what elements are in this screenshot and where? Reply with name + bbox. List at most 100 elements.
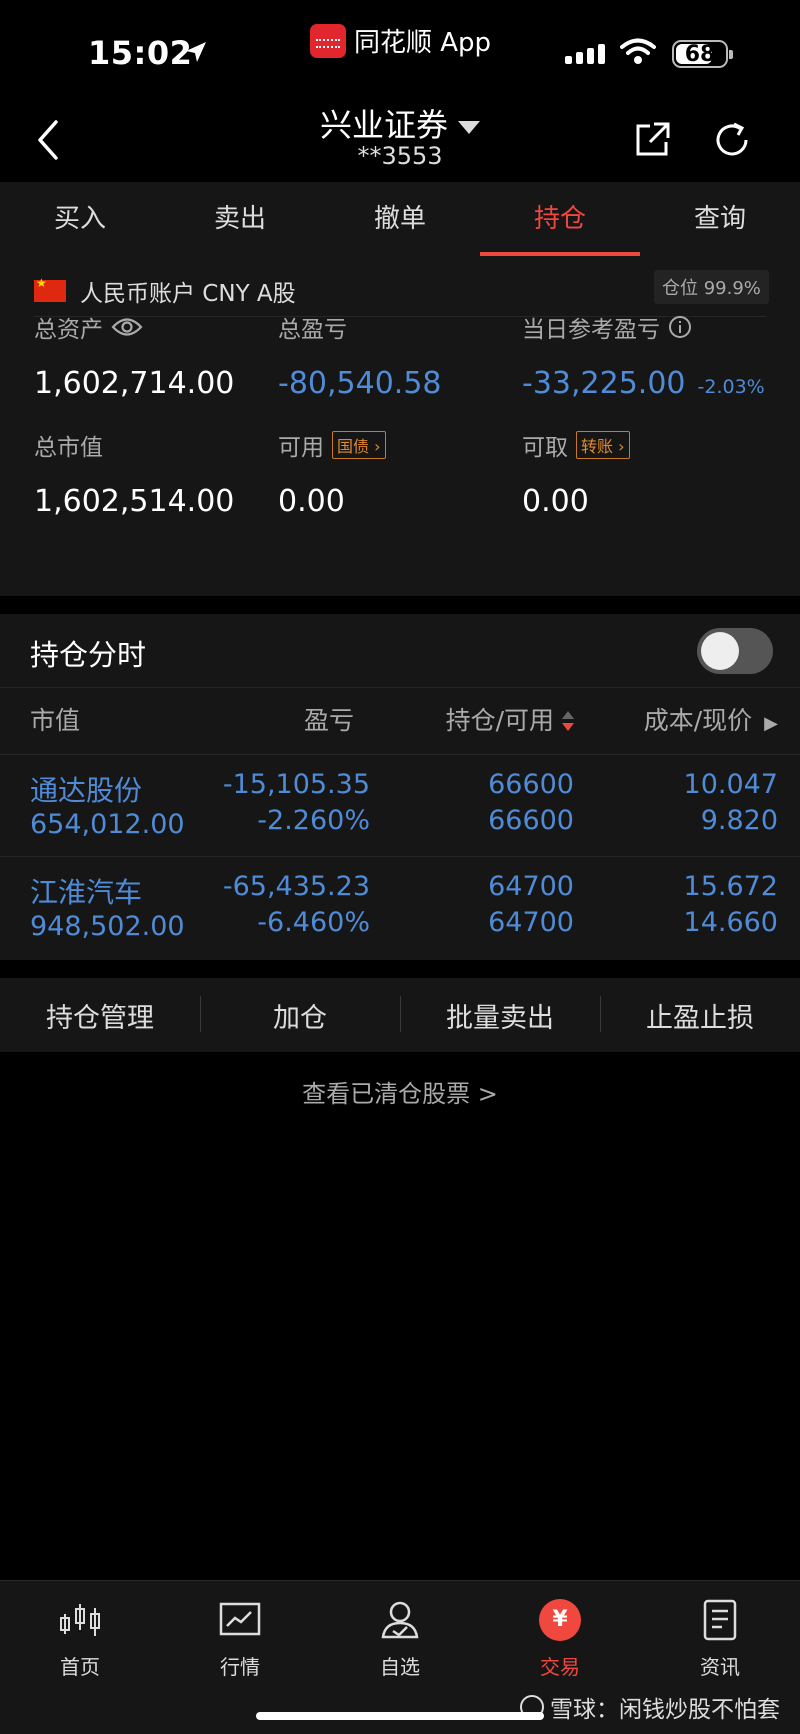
- treasury-bond-tag[interactable]: 国债 ›: [332, 431, 386, 459]
- stock-price: 14.660: [683, 907, 778, 938]
- app-logo-icon: [310, 23, 346, 58]
- tab-buy[interactable]: 买入: [0, 182, 160, 256]
- table-row[interactable]: 通达股份 654,012.00 -15,105.35 -2.260% 66600…: [0, 754, 800, 856]
- status-time: 15:02: [88, 34, 193, 72]
- app-name: 同花顺 App: [354, 28, 492, 58]
- stock-holding: 64700: [488, 871, 574, 902]
- stock-pl-percent: -6.460%: [257, 907, 370, 938]
- available-funds: 可用 国债 › 0.00: [278, 428, 386, 519]
- stock-available: 66600: [488, 805, 574, 836]
- total-pl-value: -80,540.58: [278, 366, 442, 401]
- tab-query[interactable]: 查询: [640, 182, 800, 256]
- header-cost-label: 成本/现价: [643, 706, 753, 735]
- total-pl-label: 总盈亏: [278, 317, 347, 343]
- total-assets-value: 1,602,714.00: [34, 366, 235, 401]
- chart-icon: [219, 1602, 261, 1636]
- wifi-icon: [620, 38, 656, 64]
- table-row[interactable]: 江淮汽车 948,502.00 -65,435.23 -6.460% 64700…: [0, 856, 800, 958]
- share-icon[interactable]: [632, 120, 672, 160]
- currency-label: 人民币账户 CNY A股: [80, 281, 296, 307]
- stock-pl: -15,105.35: [222, 769, 370, 800]
- tab-positions[interactable]: 持仓: [480, 182, 640, 256]
- stock-holding: 66600: [488, 769, 574, 800]
- header-cost[interactable]: 成本/现价 ▶: [644, 688, 778, 754]
- watermark: 雪球：闲钱炒股不怕套: [520, 1690, 780, 1724]
- day-pl-label: 当日参考盈亏: [522, 317, 660, 343]
- withdrawable-label: 可取: [522, 435, 568, 461]
- manage-positions-button[interactable]: 持仓管理: [0, 996, 200, 1035]
- dropdown-caret-icon: [458, 120, 480, 134]
- stock-price: 9.820: [700, 805, 778, 836]
- positions-table: 市值 盈亏 持仓/可用 成本/现价 ▶ 通达股份 654,012.00 -15,1…: [0, 688, 800, 960]
- battery-icon: 68: [672, 40, 733, 68]
- withdrawable-funds: 可取 转账 › 0.00: [522, 428, 630, 519]
- cleared-stocks-link[interactable]: 查看已清仓股票 >: [0, 1074, 800, 1109]
- withdrawable-value: 0.00: [522, 484, 589, 519]
- intraday-toggle[interactable]: [697, 628, 773, 674]
- day-pl: 当日参考盈亏 -33,225.00 -2.03%: [522, 310, 765, 401]
- candlestick-icon: [60, 1604, 100, 1636]
- sort-icon: [562, 711, 574, 733]
- bottom-tab-watchlist[interactable]: 自选: [350, 1595, 450, 1680]
- bottom-tab-market[interactable]: 行情: [190, 1595, 290, 1680]
- market-value: 总市值 1,602,514.00: [34, 428, 234, 519]
- batch-sell-button[interactable]: 批量卖出: [400, 995, 600, 1035]
- china-flag-icon: [34, 276, 66, 302]
- bottom-tab-label: 交易: [540, 1655, 580, 1679]
- tab-sell[interactable]: 卖出: [160, 182, 320, 256]
- position-actions: 持仓管理 加仓 批量卖出 止盈止损: [0, 978, 800, 1052]
- bottom-tab-home[interactable]: 首页: [30, 1595, 130, 1680]
- nav-header: 兴业证券 **3553: [0, 90, 800, 182]
- transfer-tag-label: 转账: [581, 437, 614, 456]
- total-assets-label: 总资产: [34, 317, 103, 343]
- header-pl: 盈亏: [303, 706, 354, 735]
- header-market-value: 市值: [30, 706, 81, 735]
- stock-available: 64700: [488, 907, 574, 938]
- yen-icon: ¥: [539, 1599, 581, 1641]
- position-ratio-badge: 仓位 99.9%: [654, 270, 769, 304]
- bottom-tab-trade[interactable]: ¥ 交易: [510, 1595, 610, 1680]
- market-value-amount: 1,602,514.00: [34, 484, 235, 519]
- add-position-button[interactable]: 加仓: [200, 995, 400, 1035]
- day-pl-percent: -2.03%: [697, 376, 765, 398]
- positions-section-header: 持仓分时: [0, 614, 800, 688]
- stock-market-value: 948,502.00: [30, 911, 185, 942]
- eye-icon[interactable]: [111, 316, 143, 338]
- trade-tabs: 买入 卖出 撤单 持仓 查询: [0, 182, 800, 256]
- location-arrow-icon: [186, 42, 206, 62]
- section-title: 持仓分时: [30, 638, 147, 672]
- stock-name: 江淮汽车: [30, 876, 143, 909]
- tab-cancel-order[interactable]: 撤单: [320, 182, 480, 256]
- treasury-bond-tag-label: 国债: [337, 437, 370, 456]
- info-icon[interactable]: [668, 315, 692, 339]
- bottom-tab-label: 首页: [60, 1655, 100, 1679]
- available-label: 可用: [278, 435, 324, 461]
- chevron-right-icon: ▶: [764, 713, 778, 734]
- header-quantity[interactable]: 持仓/可用: [446, 688, 574, 754]
- stock-name: 通达股份: [30, 774, 143, 807]
- watermark-text: 雪球：闲钱炒股不怕套: [550, 1697, 780, 1723]
- stock-pl: -65,435.23: [222, 871, 370, 902]
- stock-market-value: 654,012.00: [30, 809, 185, 840]
- account-currency[interactable]: 人民币账户 CNY A股: [34, 274, 296, 308]
- header-quantity-label: 持仓/可用: [445, 706, 554, 735]
- stock-cost: 10.047: [683, 769, 778, 800]
- market-value-label: 总市值: [34, 435, 103, 461]
- stock-cost: 15.672: [683, 871, 778, 902]
- bottom-tab-news[interactable]: 资讯: [670, 1595, 770, 1680]
- toggle-knob: [701, 632, 739, 670]
- broker-selector[interactable]: 兴业证券: [0, 100, 800, 146]
- status-bar: 15:02 同花顺 App 68: [0, 0, 800, 90]
- refresh-icon[interactable]: [712, 120, 752, 160]
- user-icon: [381, 1601, 419, 1639]
- document-icon: [703, 1599, 737, 1641]
- take-profit-stop-loss-button[interactable]: 止盈止损: [600, 995, 800, 1035]
- home-indicator[interactable]: [256, 1712, 544, 1720]
- bottom-tab-label: 自选: [380, 1655, 420, 1679]
- broker-name: 兴业证券: [319, 106, 448, 144]
- transfer-tag[interactable]: 转账 ›: [576, 431, 630, 459]
- available-value: 0.00: [278, 484, 345, 519]
- day-pl-value: -33,225.00: [522, 366, 686, 401]
- account-number: **3553: [357, 142, 443, 170]
- cellular-signal-icon: [565, 44, 605, 64]
